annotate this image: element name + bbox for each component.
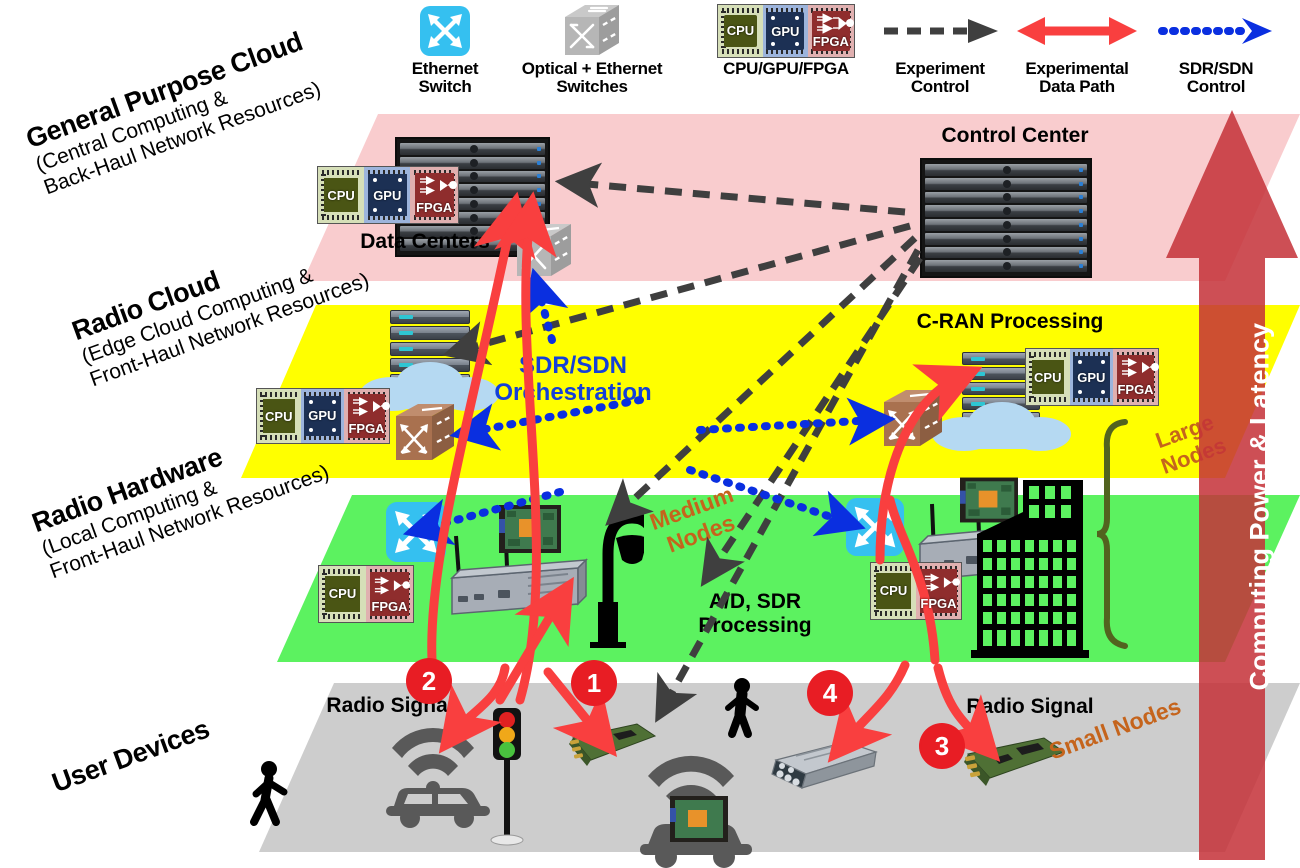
cpu-gpu-fpga-icon: CPU GPU FPGA bbox=[710, 2, 862, 60]
legend-item-experimental-data-path: Experimental Data Path bbox=[1007, 2, 1147, 97]
usrp-box-icon-node4 bbox=[771, 741, 878, 789]
layer-title-radio-cloud: Radio Cloud (Edge Cloud Computing & Fron… bbox=[68, 217, 372, 392]
label-ad-sdr-processing: A/D, SDR Processing bbox=[698, 590, 812, 637]
marker-2: 2 bbox=[408, 660, 450, 702]
blue-dotted-arrow-icon bbox=[1152, 2, 1280, 60]
office-building-icon bbox=[971, 480, 1089, 658]
radio-cloud-chipset-left: CPU GPU FPGA bbox=[256, 388, 391, 444]
chip-label-cpu: CPU bbox=[328, 586, 357, 602]
legend-label-cpu-gpu-fpga: CPU/GPU/FPGA bbox=[723, 59, 849, 78]
chip-label-cpu: CPU bbox=[327, 187, 355, 203]
traffic-light-icon bbox=[490, 708, 524, 846]
optical-switch-icon-radio-cloud-right bbox=[884, 390, 942, 446]
chip-label-fpga: FPGA bbox=[348, 420, 385, 436]
sdn-arrow-to-brown-switch-right bbox=[696, 397, 896, 446]
sdn-arrow-to-optical-switch-pink bbox=[521, 267, 569, 344]
layer-title-user-devices: User Devices bbox=[48, 714, 213, 800]
chip-label-gpu: GPU bbox=[771, 23, 800, 39]
pedestrian-icon-left bbox=[250, 761, 288, 826]
label-radio-signal-left: Radio Signal bbox=[326, 694, 454, 717]
label-medium-nodes: Medium Nodes bbox=[646, 480, 739, 558]
label-cran-processing: C-RAN Processing bbox=[916, 310, 1104, 333]
ethernet-switch-icon bbox=[383, 2, 507, 60]
chip-label-fpga: FPGA bbox=[920, 596, 957, 612]
optical-switch-icon-radio-cloud-left bbox=[396, 404, 454, 460]
label-computing-power-latency: Computing Power & Latency bbox=[1244, 322, 1275, 691]
optical-ethernet-switch-icon-pink-layer bbox=[517, 224, 571, 276]
chip-label-gpu: GPU bbox=[373, 187, 402, 203]
computing-power-latency-arrow bbox=[1166, 110, 1298, 860]
legend-label-ethernet-switch: Ethernet Switch bbox=[411, 59, 479, 97]
legend-item-sdr-sdn-control: SDR/SDN Control bbox=[1152, 2, 1280, 97]
chip-label-gpu: GPU bbox=[1077, 369, 1106, 385]
cran-chipset: CPU GPU FPGA bbox=[1025, 348, 1160, 406]
control-center-rack bbox=[920, 158, 1092, 278]
legend-item-optical-ethernet-switches: Optical + Ethernet Switches bbox=[497, 2, 687, 97]
legend-label-experimental-data-path: Experimental Data Path bbox=[1025, 59, 1129, 97]
marker-3: 3 bbox=[921, 725, 963, 767]
network-architecture-diagram: Ethernet Switch Optical + Ethernet Switc… bbox=[0, 0, 1300, 868]
radio-hardware-chipset-right: CPU FPGA bbox=[870, 562, 962, 620]
pedestrian-icon-center bbox=[725, 678, 759, 738]
legend-label-experiment-control: Experiment Control bbox=[895, 59, 985, 97]
chip-label-fpga: FPGA bbox=[812, 34, 849, 50]
large-nodes-bracket bbox=[1096, 419, 1128, 649]
label-control-center: Control Center bbox=[941, 124, 1089, 147]
chip-label-gpu: GPU bbox=[308, 408, 337, 424]
marker-4: 4 bbox=[809, 672, 851, 714]
chip-label-fpga: FPGA bbox=[416, 200, 453, 216]
chip-label-cpu: CPU bbox=[879, 583, 908, 599]
red-double-arrow-icon bbox=[1007, 2, 1147, 60]
label-sdr-sdn-orchestration: SDR/SDN Orchestration bbox=[494, 352, 652, 407]
single-board-computer-icon-left bbox=[499, 505, 561, 553]
optical-ethernet-switch-icon bbox=[497, 2, 687, 60]
chip-label-cpu: CPU bbox=[726, 23, 755, 39]
legend-item-experiment-control: Experiment Control bbox=[874, 2, 1006, 97]
legend-label-optical-ethernet-switches: Optical + Ethernet Switches bbox=[521, 59, 663, 97]
radio-hardware-chipset-left: CPU FPGA bbox=[318, 565, 414, 623]
legend-item-ethernet-switch: Ethernet Switch bbox=[383, 2, 507, 97]
legend-item-cpu-gpu-fpga: CPU GPU FPGA CPU/GPU/FPGA bbox=[710, 2, 862, 78]
legend-label-sdr-sdn-control: SDR/SDN Control bbox=[1178, 59, 1254, 97]
wifi-car-icon-center bbox=[640, 755, 752, 868]
layer-title-main: User Devices bbox=[48, 713, 214, 799]
control-arrow-to-data-centers bbox=[554, 162, 906, 216]
data-path-2-up bbox=[494, 191, 557, 705]
cloud-icon-radio-cloud-right bbox=[932, 402, 1071, 451]
data-center-chipset: CPU GPU FPGA bbox=[317, 166, 459, 224]
label-data-centers: Data Centers bbox=[360, 230, 490, 253]
dashed-black-arrow-icon bbox=[874, 2, 1006, 60]
chip-label-cpu: CPU bbox=[1034, 369, 1062, 385]
ethernet-switch-icon-green-right bbox=[845, 497, 905, 557]
chip-label-fpga: FPGA bbox=[371, 599, 408, 615]
marker-1: 1 bbox=[573, 662, 615, 704]
label-radio-signal-right: Radio Signal bbox=[966, 695, 1094, 718]
chip-label-fpga: FPGA bbox=[1117, 382, 1154, 398]
chip-label-cpu: CPU bbox=[265, 408, 293, 424]
